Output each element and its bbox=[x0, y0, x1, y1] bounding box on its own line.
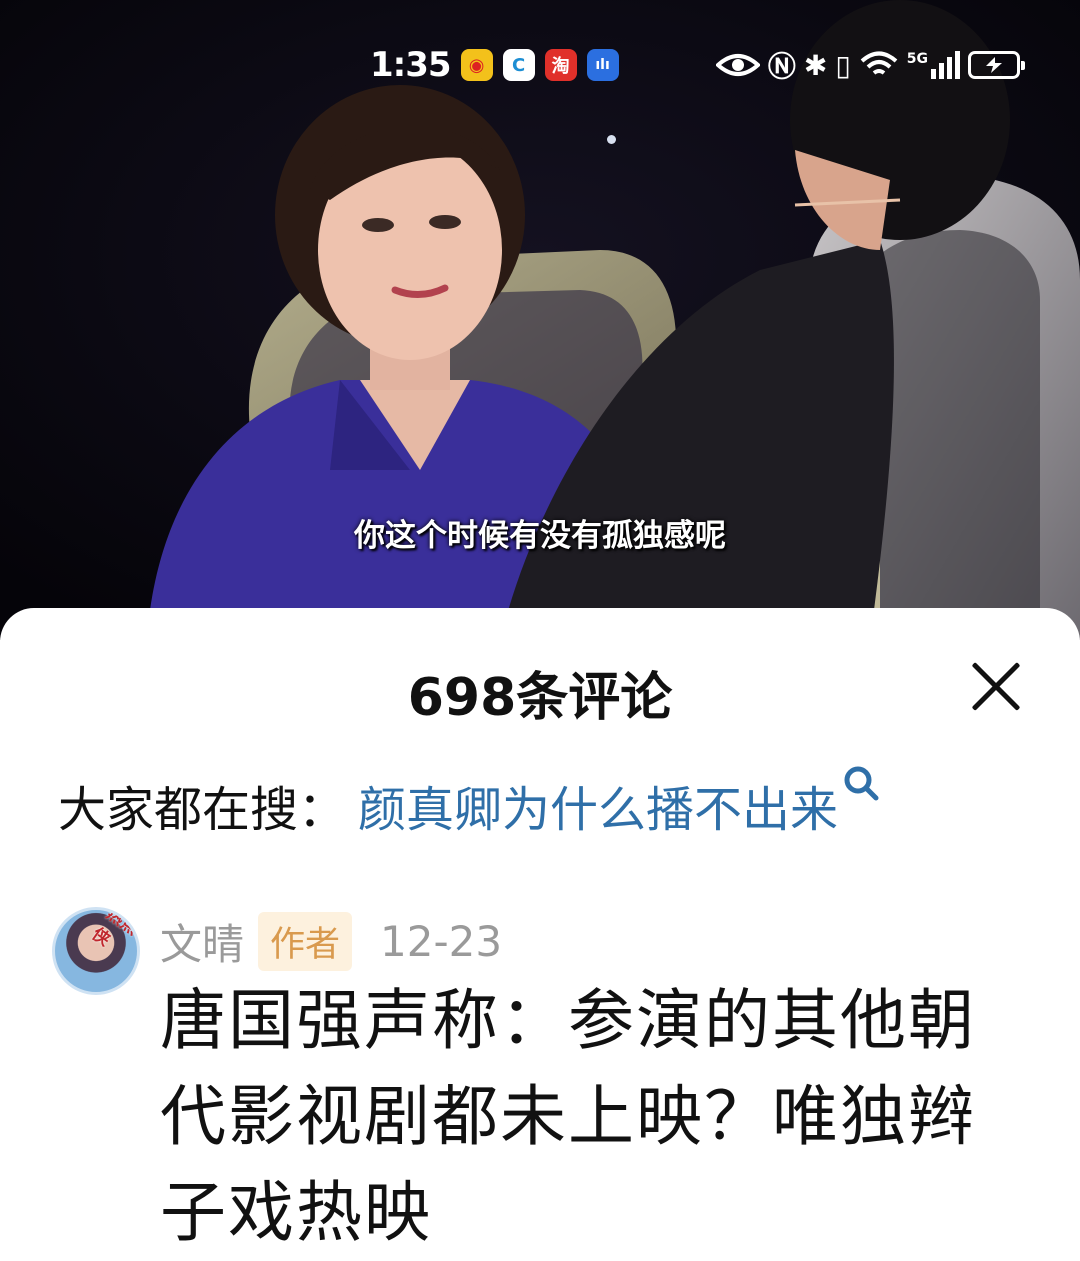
voice-app-icon: ılı bbox=[586, 49, 619, 81]
comments-count-title: 698条评论 bbox=[407, 668, 673, 728]
search-suggestion[interactable]: 大家都在搜： 颜真卿为什么播不出来 bbox=[58, 766, 882, 840]
battery-charging-icon bbox=[968, 51, 1025, 79]
comment-date: 12-23 bbox=[380, 917, 503, 966]
browser-icon: C bbox=[502, 49, 535, 81]
clock: 1:35 bbox=[370, 45, 452, 85]
avatar-badge: 热点侠 bbox=[88, 907, 140, 951]
video-player[interactable]: 1:35 ◉ C 淘 ılı Ⓝ ✱ ▯ 5G 你这个时候有没有孤独感呢 bbox=[0, 0, 1080, 640]
taobao-icon: 淘 bbox=[544, 49, 577, 81]
vibrate-icon: ▯ bbox=[835, 48, 851, 82]
search-suggestion-label: 大家都在搜： bbox=[58, 782, 347, 838]
close-button[interactable] bbox=[968, 658, 1024, 714]
avatar[interactable]: 热点侠 bbox=[52, 907, 140, 995]
author-tag-badge: 作者 bbox=[258, 912, 353, 971]
weibo-icon: ◉ bbox=[460, 49, 493, 81]
nfc-icon: Ⓝ bbox=[767, 50, 796, 83]
search-suggestion-term[interactable]: 颜真卿为什么播不出来 bbox=[358, 770, 838, 840]
comment-meta: 文晴 作者 12-23 bbox=[160, 911, 502, 972]
signal-5g-icon: 5G bbox=[907, 51, 960, 79]
comment-author[interactable]: 文晴 bbox=[160, 911, 244, 972]
search-icon[interactable] bbox=[842, 764, 882, 808]
video-subtitle: 你这个时候有没有孤独感呢 bbox=[354, 518, 726, 554]
bluetooth-icon: ✱ bbox=[803, 48, 828, 82]
eye-icon bbox=[715, 54, 760, 76]
camera-dot bbox=[607, 135, 616, 144]
comment-text: 唐国强声称：参演的其他朝代影视剧都未上映？唯独辫子戏热映 bbox=[160, 982, 976, 1251]
status-bar: 1:35 ◉ C 淘 ılı Ⓝ ✱ ▯ 5G bbox=[370, 40, 1025, 90]
wifi-icon bbox=[860, 51, 898, 75]
